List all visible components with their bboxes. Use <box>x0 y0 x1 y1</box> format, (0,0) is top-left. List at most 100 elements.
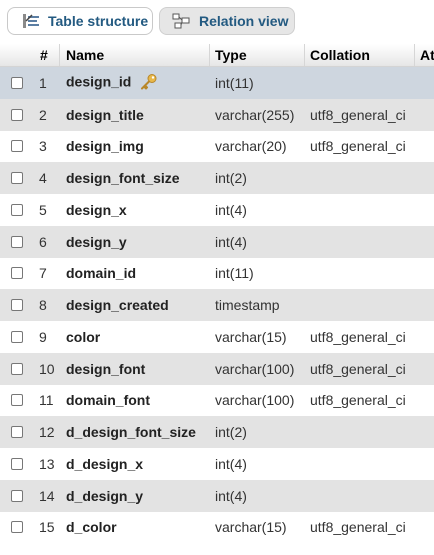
row-number: 7 <box>39 265 47 282</box>
column-divider <box>304 44 305 66</box>
column-divider <box>414 44 415 66</box>
column-name: domain_font <box>66 392 150 408</box>
column-name: design_y <box>66 234 127 250</box>
table-row[interactable]: 13 d_design_x int(4) <box>0 448 434 480</box>
header-type[interactable]: Type <box>215 47 247 63</box>
header-attributes[interactable]: At <box>420 47 434 63</box>
column-name-text: design_id <box>66 73 132 90</box>
column-type: int(4) <box>215 233 247 250</box>
column-name-text: domain_font <box>66 392 150 409</box>
tab-label: Relation view <box>199 13 289 29</box>
column-name: design_img <box>66 138 144 154</box>
table-row[interactable]: 5 design_x int(4) <box>0 194 434 226</box>
row-checkbox[interactable] <box>11 140 23 153</box>
table-row[interactable]: 10 design_font varchar(100) utf8_general_ci <box>0 352 434 385</box>
row-checkbox[interactable] <box>11 426 23 439</box>
row-checkbox[interactable] <box>11 394 23 407</box>
row-number: 6 <box>39 233 47 250</box>
row-checkbox[interactable] <box>11 362 23 375</box>
row-checkbox[interactable] <box>11 489 23 502</box>
row-number: 1 <box>39 74 47 91</box>
table-row[interactable]: 3 design_img varchar(20) utf8_general_ci <box>0 130 434 163</box>
column-name: design_title <box>66 107 144 123</box>
row-number: 10 <box>39 360 55 377</box>
column-collation: utf8_general_ci <box>310 519 406 536</box>
column-collation: utf8_general_ci <box>310 106 406 123</box>
table-structure-icon <box>22 12 40 30</box>
column-type: varchar(100) <box>215 360 295 377</box>
table-row[interactable]: 6 design_y int(4) <box>0 225 434 258</box>
column-type: int(2) <box>215 424 247 441</box>
header-name[interactable]: Name <box>66 47 104 63</box>
row-checkbox[interactable] <box>11 330 23 343</box>
column-name-text: design_x <box>66 201 127 218</box>
column-name: d_design_x <box>66 456 143 472</box>
table-row[interactable]: 2 design_title varchar(255) utf8_general_ci <box>0 98 434 131</box>
row-number: 2 <box>39 106 47 123</box>
row-number: 5 <box>39 201 47 218</box>
column-name-text: design_img <box>66 138 144 155</box>
tab-bar: Table structure Relation view <box>0 0 434 44</box>
row-checkbox[interactable] <box>11 235 23 248</box>
row-checkbox[interactable] <box>11 108 23 121</box>
column-name: design_id <box>66 73 157 92</box>
column-type: varchar(255) <box>215 106 295 123</box>
column-name-text: design_title <box>66 106 144 123</box>
table-row[interactable]: 7 domain_id int(11) <box>0 257 434 290</box>
row-checkbox[interactable] <box>11 76 23 89</box>
relation-view-icon <box>172 12 190 30</box>
tab-relation-view[interactable]: Relation view <box>159 7 295 35</box>
column-name: design_x <box>66 202 127 218</box>
column-type: int(2) <box>215 170 247 187</box>
row-checkbox[interactable] <box>11 521 23 534</box>
header-number[interactable]: # <box>40 47 48 63</box>
column-collation: utf8_general_ci <box>310 392 406 409</box>
row-number: 12 <box>39 424 55 441</box>
row-checkbox[interactable] <box>11 299 23 312</box>
column-name: d_design_y <box>66 488 143 504</box>
column-name-text: design_font_size <box>66 170 180 187</box>
row-checkbox[interactable] <box>11 267 23 280</box>
header-collation[interactable]: Collation <box>310 47 370 63</box>
row-checkbox[interactable] <box>11 172 23 185</box>
column-name: d_color <box>66 519 117 535</box>
column-collation: utf8_general_ci <box>310 138 406 155</box>
column-name-text: design_created <box>66 297 169 314</box>
tab-label: Table structure <box>48 13 149 29</box>
column-type: varchar(15) <box>215 519 287 536</box>
table-row[interactable]: 4 design_font_size int(2) <box>0 162 434 194</box>
row-checkbox[interactable] <box>11 457 23 470</box>
column-name: design_created <box>66 297 169 313</box>
row-number: 11 <box>39 392 54 409</box>
column-type: timestamp <box>215 297 280 314</box>
column-name-text: design_y <box>66 233 127 250</box>
row-number: 14 <box>39 487 55 504</box>
table-body: 1 design_id int(11) 2 design_title varchar(25… <box>0 67 434 544</box>
column-name: design_font_size <box>66 170 180 186</box>
column-type: int(4) <box>215 455 247 472</box>
table-header: # Name Type Collation At <box>0 44 434 67</box>
column-name: design_font <box>66 361 145 377</box>
table-row[interactable]: 9 color varchar(15) utf8_general_ci <box>0 321 434 353</box>
structure-table: # Name Type Collation At 1 design_id int(1… <box>0 44 434 544</box>
column-divider <box>59 44 60 66</box>
table-row[interactable]: 15 d_color varchar(15) utf8_general_ci <box>0 511 434 544</box>
column-type: int(11) <box>215 265 254 282</box>
column-type: varchar(100) <box>215 392 295 409</box>
column-name-text: color <box>66 328 101 345</box>
table-row[interactable]: 14 d_design_y int(4) <box>0 479 434 512</box>
table-row[interactable]: 11 domain_font varchar(100) utf8_general_ci <box>0 384 434 417</box>
column-divider <box>209 44 210 66</box>
column-collation: utf8_general_ci <box>310 360 406 377</box>
column-name-text: d_design_font_size <box>66 424 196 441</box>
table-row[interactable]: 8 design_created timestamp <box>0 289 434 321</box>
row-number: 9 <box>39 328 47 345</box>
table-row[interactable]: 12 d_design_font_size int(2) <box>0 416 434 448</box>
column-type: varchar(15) <box>215 328 287 345</box>
tab-table-structure[interactable]: Table structure <box>7 7 153 35</box>
column-name: d_design_font_size <box>66 424 196 440</box>
row-number: 4 <box>39 170 47 187</box>
row-checkbox[interactable] <box>11 203 23 216</box>
row-number: 13 <box>39 455 55 472</box>
table-row[interactable]: 1 design_id int(11) <box>0 67 434 99</box>
